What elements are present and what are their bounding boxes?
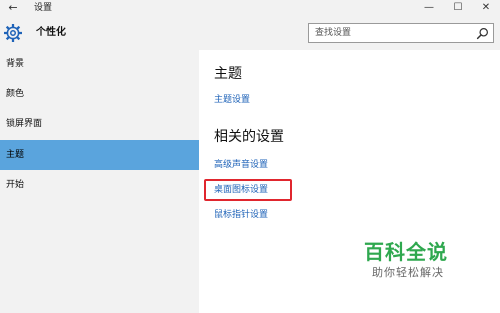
- title-bar: ← 设置 — ☐ ✕: [0, 0, 500, 16]
- watermark-logo-text: 百科全说: [364, 240, 448, 264]
- page-title: 个性化: [36, 27, 66, 38]
- main-content: 主题 主题设置 相关的设置 高级声音设置 桌面图标设置 鼠标指针设置: [199, 50, 500, 313]
- desktop-icon-settings-link[interactable]: 桌面图标设置: [214, 184, 268, 196]
- theme-settings-link[interactable]: 主题设置: [214, 94, 250, 106]
- sidebar-item-lock-screen[interactable]: 锁屏界面: [0, 109, 199, 139]
- sidebar-item-themes[interactable]: 主题: [0, 140, 199, 170]
- close-button[interactable]: ✕: [472, 0, 500, 16]
- advanced-sound-settings-link[interactable]: 高级声音设置: [214, 159, 268, 171]
- search-placeholder: 查找设置: [315, 28, 352, 38]
- maximize-button[interactable]: ☐: [444, 0, 472, 16]
- section-heading-related: 相关的设置: [214, 129, 284, 145]
- gear-icon: [4, 24, 22, 42]
- sidebar-item-background[interactable]: 背景: [0, 49, 199, 79]
- section-heading-theme: 主题: [214, 66, 242, 82]
- window-title: 设置: [34, 3, 53, 13]
- watermark-subtitle: 助你轻松解决: [372, 266, 444, 279]
- sidebar-header: 个性化: [0, 16, 199, 50]
- mouse-pointer-settings-link[interactable]: 鼠标指针设置: [214, 209, 268, 221]
- sidebar-item-colors[interactable]: 颜色: [0, 79, 199, 109]
- search-icon[interactable]: [476, 27, 489, 40]
- back-arrow-icon[interactable]: ←: [6, 1, 20, 15]
- sidebar: 个性化 背景 颜色 锁屏界面 主题 开始: [0, 16, 199, 313]
- search-input[interactable]: 查找设置: [308, 23, 494, 43]
- sidebar-item-start[interactable]: 开始: [0, 170, 199, 200]
- minimize-button[interactable]: —: [415, 0, 443, 16]
